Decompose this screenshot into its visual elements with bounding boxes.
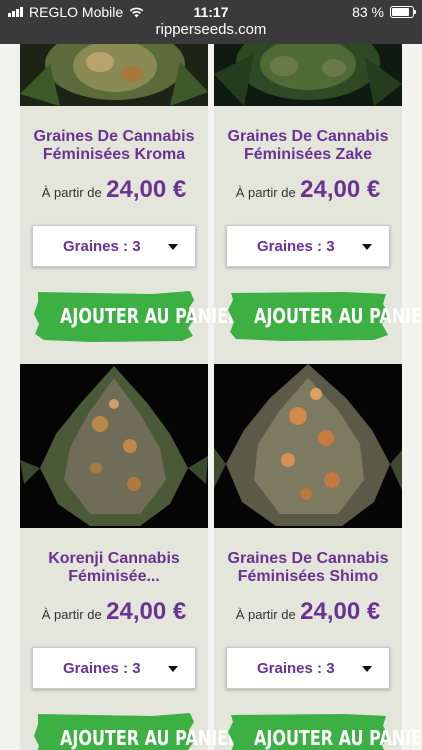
caret-down-icon	[362, 244, 372, 250]
price-row: À partir de 24,00 €	[20, 598, 208, 626]
select-label: Graines : 3	[257, 660, 335, 677]
seed-quantity-select[interactable]: Graines : 3	[226, 647, 390, 689]
product-title[interactable]: Graines De Cannabis Féminisées Shimo	[214, 550, 402, 586]
title-line-2: Féminisée...	[68, 568, 160, 585]
price-value: 24,00 €	[300, 598, 381, 625]
product-image-shimo[interactable]	[214, 364, 402, 528]
product-card-zake[interactable]: Graines De Cannabis Féminisées Zake À pa…	[214, 44, 422, 364]
caret-down-icon	[362, 666, 372, 672]
product-card-korenji[interactable]: Korenji Cannabis Féminisée... À partir d…	[20, 364, 240, 750]
add-to-cart-button[interactable]: AJOUTER AU PANIER	[226, 710, 422, 750]
title-line-2: Féminisées Kroma	[42, 146, 186, 163]
product-title[interactable]: Graines De Cannabis Féminisées Kroma	[20, 128, 208, 164]
price-row: À partir de 24,00 €	[20, 176, 208, 204]
price-prefix: À partir de	[235, 607, 296, 622]
title-line-2: Féminisées Zake	[243, 146, 373, 163]
add-to-cart-button[interactable]: AJOUTER AU PANIER	[226, 288, 422, 344]
price-prefix: À partir de	[235, 185, 296, 200]
select-label: Graines : 3	[257, 238, 335, 255]
select-label: Graines : 3	[63, 238, 141, 255]
price-value: 24,00 €	[106, 598, 187, 625]
seed-quantity-select[interactable]: Graines : 3	[32, 647, 196, 689]
battery-icon	[390, 6, 416, 18]
product-title[interactable]: Korenji Cannabis Féminisée...	[20, 550, 208, 586]
status-bar: REGLO Mobile 11:17 83 % ripperseeds.com	[0, 0, 422, 44]
price-prefix: À partir de	[41, 607, 102, 622]
price-row: À partir de 24,00 €	[214, 176, 402, 204]
add-to-cart-label: AJOUTER AU PANIER	[254, 726, 422, 750]
price-row: À partir de 24,00 €	[214, 598, 402, 626]
title-line-1: Korenji Cannabis	[48, 550, 180, 567]
battery-percent: 83 %	[352, 4, 384, 20]
title-line-1: Graines De Cannabis	[227, 128, 389, 145]
url-bar[interactable]: ripperseeds.com	[0, 21, 422, 38]
product-grid: Graines De Cannabis Féminisées Kroma À p…	[0, 44, 422, 750]
caret-down-icon	[168, 244, 178, 250]
price-value: 24,00 €	[300, 176, 381, 203]
title-line-2: Féminisées Shimo	[237, 568, 379, 585]
price-prefix: À partir de	[41, 185, 102, 200]
seed-quantity-select[interactable]: Graines : 3	[32, 225, 196, 267]
add-to-cart-label: AJOUTER AU PANIER	[254, 304, 422, 328]
product-image-korenji[interactable]	[20, 364, 208, 528]
title-line-1: Graines De Cannabis	[227, 550, 389, 567]
product-image-zake[interactable]	[214, 44, 402, 106]
product-card-shimo[interactable]: Graines De Cannabis Féminisées Shimo À p…	[214, 364, 422, 750]
title-line-1: Graines De Cannabis	[33, 128, 195, 145]
seed-quantity-select[interactable]: Graines : 3	[226, 225, 390, 267]
product-title[interactable]: Graines De Cannabis Féminisées Zake	[214, 128, 402, 164]
price-value: 24,00 €	[106, 176, 187, 203]
caret-down-icon	[168, 666, 178, 672]
select-label: Graines : 3	[63, 660, 141, 677]
product-card-kroma[interactable]: Graines De Cannabis Féminisées Kroma À p…	[20, 44, 240, 364]
battery-info: 83 %	[352, 4, 416, 20]
product-image-kroma[interactable]	[20, 44, 208, 106]
